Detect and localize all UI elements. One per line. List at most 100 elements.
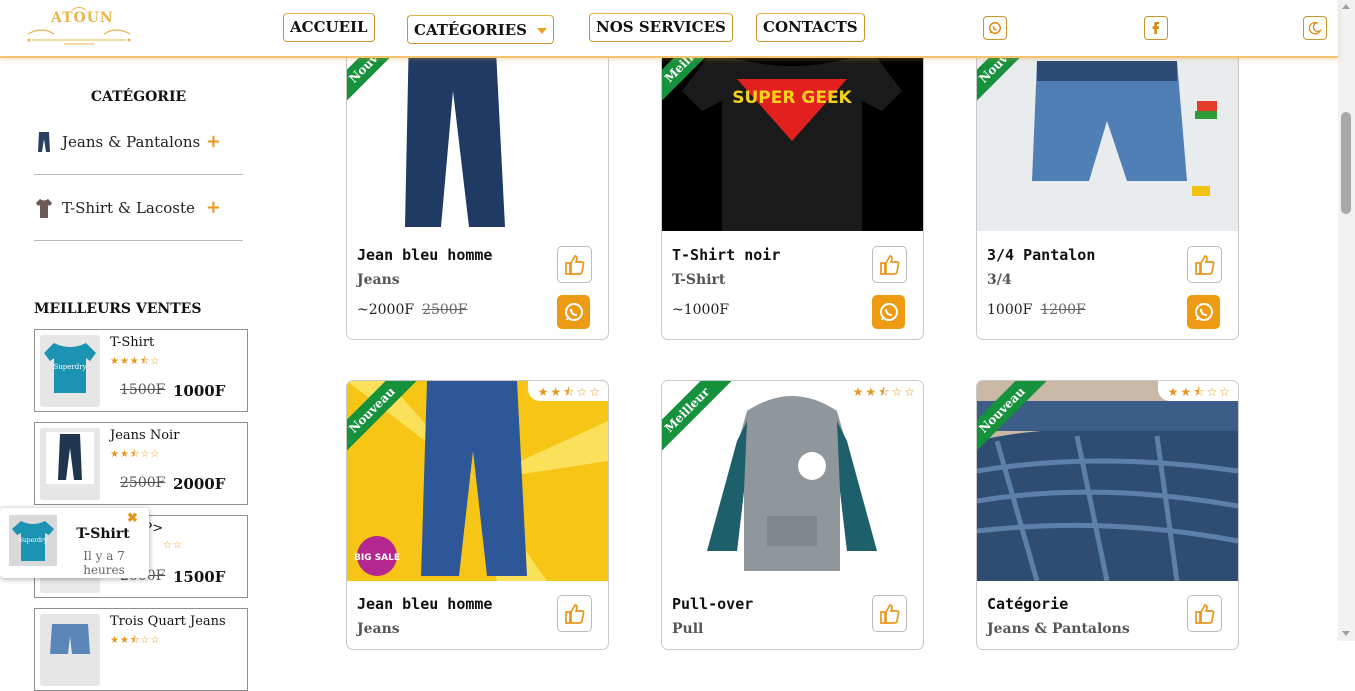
scroll-down-arrow[interactable] — [1342, 631, 1350, 636]
close-icon[interactable]: ✖ — [127, 511, 138, 526]
product-category: Jeans — [357, 272, 400, 288]
product-thumbnail — [40, 614, 100, 686]
svg-text:Superdry: Superdry — [53, 363, 86, 371]
product-card[interactable]: Nouveau ★★⯪☆☆ Catégorie Jeans & Pantalon… — [976, 380, 1239, 650]
notification-product-name: T-Shirt — [76, 526, 130, 542]
facebook-icon — [1152, 21, 1160, 35]
whatsapp-icon — [989, 22, 1001, 34]
product-card[interactable]: Nouveau Jean bleu homme Jeans ~2000F 2500… — [346, 30, 609, 340]
facebook-link[interactable] — [1144, 16, 1168, 40]
jeans-thumbnail-icon — [38, 131, 50, 152]
scrollbar-track[interactable] — [1338, 0, 1355, 641]
thumbs-up-icon — [879, 603, 899, 624]
product-category: Pull — [672, 621, 704, 637]
like-button[interactable] — [557, 246, 592, 283]
logo-text: ATOUN — [51, 10, 114, 26]
notification-time: Il y a 7 heures — [83, 549, 125, 577]
product-name: Jean bleu homme — [357, 595, 493, 613]
price: ~1000F — [672, 302, 730, 318]
best-seller-name: Trois Quart Jeans — [110, 614, 226, 629]
best-seller-item[interactable]: Jeans Noir ★★⯪☆☆ 2500F 2000F — [34, 422, 248, 505]
purchase-notification[interactable]: Superdry T-Shirt Il y a 7 heures ✖ — [0, 508, 149, 578]
product-name: Jean bleu homme — [357, 246, 493, 264]
rating-stars: ☆☆ — [163, 540, 183, 551]
product-price: 1000F 1200F — [987, 302, 1086, 318]
best-sellers-title: MEILLEURS VENTES — [34, 301, 202, 317]
product-name: Pull-over — [672, 595, 754, 613]
old-price: 2500F — [422, 302, 468, 318]
rating-stars: ★★⯪☆☆ — [842, 381, 923, 401]
top-header: ATOUN ACCUEIL CATÉGORIES NOS SERVICES CO… — [0, 0, 1338, 58]
nav-contacts-label: CONTACTS — [763, 18, 858, 36]
best-seller-name: T-Shirt — [110, 335, 155, 350]
tshirt-thumbnail-icon — [36, 198, 52, 218]
scroll-up-arrow[interactable] — [1342, 4, 1350, 9]
price: 1500F — [173, 568, 226, 586]
whatsapp-icon — [1194, 303, 1213, 321]
sidebar-item-label: T-Shirt & Lacoste — [62, 198, 195, 217]
thumbs-up-icon — [1194, 603, 1214, 624]
price: 2000F — [173, 475, 226, 493]
whatsapp-link[interactable] — [983, 16, 1007, 40]
rating-stars: ★★⯪☆☆ — [527, 381, 608, 401]
product-name: 3/4 Pantalon — [987, 246, 1096, 264]
like-button[interactable] — [557, 595, 592, 632]
nav-categories[interactable]: CATÉGORIES — [407, 15, 554, 44]
best-seller-name: Jeans Noir — [110, 428, 180, 443]
product-thumbnail — [40, 428, 100, 500]
sidebar-item-jeans[interactable]: Jeans & Pantalons + — [34, 109, 243, 175]
sidebar-item-tshirt[interactable]: T-Shirt & Lacoste + — [34, 175, 243, 241]
plus-icon[interactable]: + — [206, 131, 221, 152]
svg-text:Superdry: Superdry — [19, 537, 48, 544]
whatsapp-icon — [879, 303, 898, 321]
product-card[interactable]: SUPER GEEK Meilleur T-Shirt noir T-Shirt… — [661, 30, 924, 340]
product-category: T-Shirt — [672, 272, 726, 288]
rating-stars: ★★⯪☆☆ — [110, 635, 161, 646]
whatsapp-order-button[interactable] — [872, 295, 905, 329]
old-price: 1500F — [120, 382, 166, 398]
notification-thumbnail: Superdry — [9, 515, 57, 566]
product-card[interactable]: Meilleur ★★⯪☆☆ Pull-over Pull — [661, 380, 924, 650]
nav-accueil[interactable]: ACCUEIL — [283, 13, 375, 42]
chevron-down-icon — [536, 28, 547, 34]
thumbs-up-icon — [879, 254, 899, 275]
thumbs-up-icon — [564, 603, 584, 624]
best-seller-item[interactable]: Superdry T-Shirt ★★★⯪☆ 1500F 1000F — [34, 329, 248, 412]
product-card[interactable]: BIG SALE Nouveau ★★⯪☆☆ Jean bleu homme J… — [346, 380, 609, 650]
product-price: ~2000F 2500F — [357, 302, 467, 318]
dark-mode-toggle[interactable] — [1303, 16, 1327, 40]
price: ~2000F — [357, 302, 415, 318]
product-name: T-Shirt noir — [672, 246, 781, 264]
rating-stars: ★★★⯪☆ — [110, 356, 161, 367]
price: 1000F — [173, 382, 226, 400]
plus-icon[interactable]: + — [206, 197, 221, 218]
nav-services[interactable]: NOS SERVICES — [589, 13, 733, 42]
product-category: Jeans & Pantalons — [987, 621, 1130, 637]
rating-stars: ★★⯪☆☆ — [110, 449, 161, 460]
moon-icon — [1308, 21, 1322, 35]
old-price: 1200F — [1040, 302, 1086, 318]
like-button[interactable] — [872, 246, 907, 283]
rating-stars: ★★⯪☆☆ — [1157, 381, 1238, 401]
best-seller-item[interactable]: Trois Quart Jeans ★★⯪☆☆ — [34, 608, 248, 691]
like-button[interactable] — [1187, 595, 1222, 632]
like-button[interactable] — [872, 595, 907, 632]
scrollbar-thumb[interactable] — [1341, 112, 1351, 214]
nav-accueil-label: ACCUEIL — [290, 18, 368, 36]
whatsapp-order-button[interactable] — [1187, 295, 1220, 329]
whatsapp-icon — [564, 303, 583, 321]
product-thumbnail: Superdry — [40, 335, 100, 407]
whatsapp-order-button[interactable] — [557, 295, 590, 329]
product-card[interactable]: Nouveau 3/4 Pantalon 3/4 1000F 1200F — [976, 30, 1239, 340]
logo[interactable]: ATOUN — [24, 6, 134, 50]
thumbs-up-icon — [1194, 254, 1214, 275]
category-title: CATÉGORIE — [90, 89, 187, 105]
product-price: ~1000F — [672, 302, 737, 318]
thumbs-up-icon — [564, 254, 584, 275]
product-image-text: SUPER GEEK — [732, 88, 852, 108]
like-button[interactable] — [1187, 246, 1222, 283]
nav-contacts[interactable]: CONTACTS — [756, 13, 865, 42]
product-name: Catégorie — [987, 595, 1069, 613]
sidebar-item-label: Jeans & Pantalons — [62, 132, 201, 151]
nav-services-label: NOS SERVICES — [596, 18, 726, 36]
